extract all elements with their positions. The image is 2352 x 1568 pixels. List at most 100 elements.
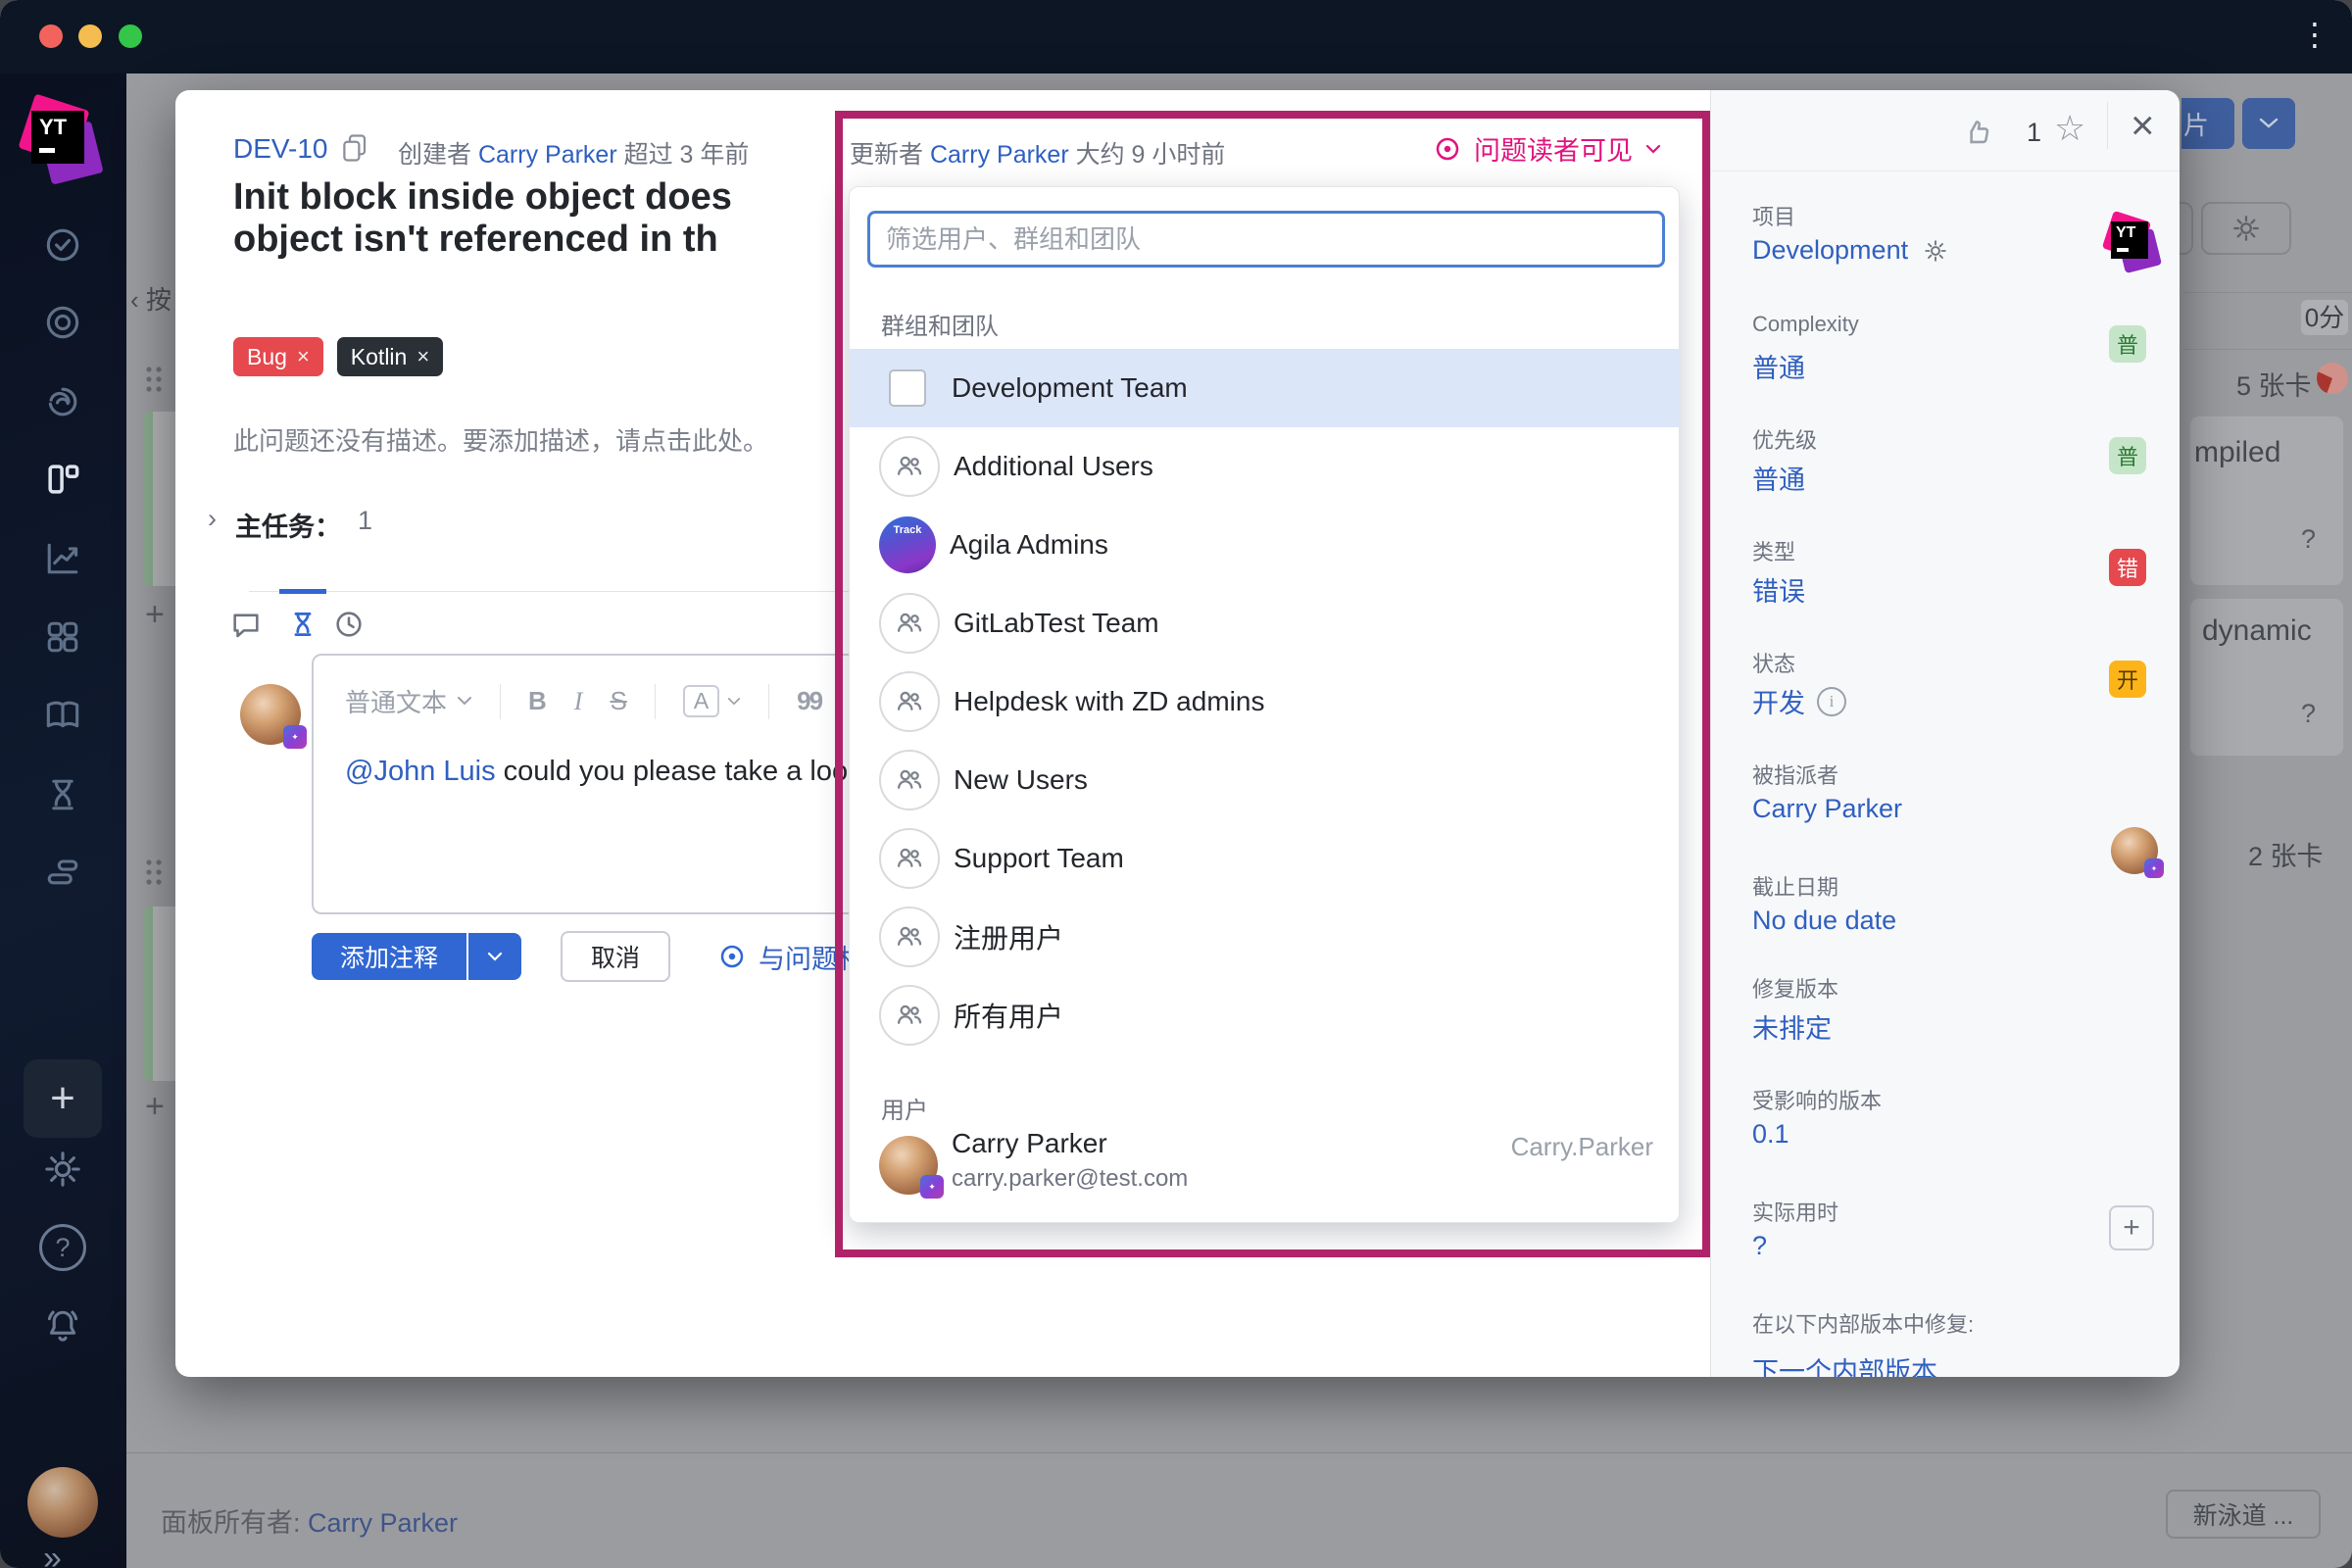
issue-title[interactable]: Init block inside object does object isn… (233, 176, 839, 261)
add-comment-button[interactable]: 添加注释 (312, 933, 466, 980)
comment-author-avatar: ✦ (240, 684, 307, 749)
board-card[interactable]: dynamic ? (2189, 598, 2344, 757)
field-label-project: 项目 (1752, 205, 1796, 229)
points-badge: 0分 (2301, 300, 2348, 335)
sidebar-item-reports[interactable] (33, 372, 92, 431)
sidebar-item-issues[interactable] (33, 216, 92, 274)
mention-link[interactable]: @John Luis (345, 756, 496, 787)
field-value-spent-time[interactable]: ? (1752, 1231, 1767, 1261)
copy-icon[interactable] (340, 131, 369, 165)
like-button[interactable] (1961, 116, 1994, 149)
user-avatar[interactable] (27, 1467, 98, 1538)
add-work-button[interactable]: + (2109, 1205, 2154, 1250)
remove-tag-icon[interactable]: × (416, 344, 429, 369)
parent-task-expander-icon[interactable]: › (208, 504, 217, 534)
visibility-control[interactable]: 问题读者可见 (1433, 129, 1662, 168)
updated-author-link[interactable]: Carry Parker (930, 141, 1069, 169)
created-author-link[interactable]: Carry Parker (478, 141, 617, 169)
sidebar-item-helpdesk[interactable] (33, 293, 92, 352)
text-color-dropdown[interactable]: A (682, 685, 741, 717)
field-value-state[interactable]: 开发 i (1752, 682, 1846, 720)
group-option[interactable]: Track Agila Admins (850, 506, 1679, 584)
youtrack-logo[interactable]: YT (18, 93, 106, 185)
cancel-button[interactable]: 取消 (561, 931, 670, 982)
traffic-light-close[interactable] (39, 24, 63, 48)
star-button[interactable]: ☆ (2054, 108, 2085, 149)
bold-button[interactable]: B (528, 686, 547, 716)
board-blue-dropdown-button[interactable] (2242, 98, 2295, 149)
tag-kotlin[interactable]: Kotlin × (336, 337, 444, 376)
tab-activity[interactable] (286, 608, 319, 646)
traffic-light-zoom[interactable] (119, 24, 142, 48)
card-estimate[interactable]: ? (2301, 699, 2316, 729)
info-icon[interactable]: i (1817, 686, 1846, 716)
tab-history[interactable] (332, 608, 366, 646)
settings-button[interactable] (33, 1140, 92, 1199)
add-card-button-fragment[interactable]: + (145, 596, 165, 634)
chevron-down-icon (1645, 144, 1661, 154)
create-button[interactable]: + (24, 1059, 102, 1138)
board-owner-link[interactable]: Carry Parker (308, 1508, 458, 1538)
field-value-assignee[interactable]: Carry Parker (1752, 794, 1902, 824)
paragraph-style-dropdown[interactable]: 普通文本 (345, 683, 472, 719)
sidebar-item-timesheets[interactable] (33, 765, 92, 824)
gear-icon[interactable] (1922, 237, 1949, 265)
collapse-icon[interactable]: ‹ (130, 285, 139, 315)
new-swimlane-button[interactable]: 新泳道 ... (2166, 1490, 2321, 1539)
quote-button[interactable]: 99 (797, 686, 823, 716)
sidebar-item-gantt[interactable] (33, 843, 92, 902)
group-icon (879, 671, 940, 732)
sidebar-item-knowledge-base[interactable] (33, 686, 92, 745)
group-option[interactable]: Additional Users (850, 427, 1679, 506)
window-more-icon[interactable]: ⋮ (2299, 16, 2330, 53)
card-estimate[interactable]: ? (2301, 524, 2316, 555)
traffic-light-minimize[interactable] (78, 24, 102, 48)
group-option[interactable]: Helpdesk with ZD admins (850, 662, 1679, 741)
field-value-affected-versions[interactable]: 0.1 (1752, 1119, 1789, 1150)
app-badge-icon: ✦ (920, 1175, 944, 1199)
board-card-fragment[interactable] (143, 906, 175, 1081)
field-value-type[interactable]: 错误 (1752, 570, 1805, 609)
close-button[interactable]: × (2131, 102, 2155, 149)
italic-button[interactable]: I (574, 687, 583, 716)
checkbox[interactable] (889, 369, 926, 407)
group-option[interactable]: 注册用户 (850, 898, 1679, 976)
project-avatar[interactable]: YT (2101, 210, 2163, 274)
issue-id-link[interactable]: DEV-10 (233, 133, 328, 165)
add-comment-dropdown-button[interactable] (468, 933, 521, 980)
drag-handle-icon[interactable] (143, 365, 169, 394)
field-value-due-date[interactable]: No due date (1752, 906, 1896, 936)
user-option-carry-parker[interactable]: ✦ Carry Parker carry.parker@test.com Car… (850, 1126, 1679, 1212)
divider (2183, 292, 2352, 293)
field-value-project[interactable]: Development (1752, 235, 1949, 266)
board-card-fragment[interactable] (143, 412, 175, 586)
description-placeholder[interactable]: 此问题还没有描述。要添加描述，请点击此处。 (233, 421, 768, 458)
notifications-button[interactable] (33, 1297, 92, 1355)
field-value-complexity[interactable]: 普通 (1752, 347, 1805, 385)
add-card-button-fragment[interactable]: + (145, 1088, 165, 1126)
board-settings-button[interactable] (2201, 202, 2291, 255)
field-value-priority[interactable]: 普通 (1752, 459, 1805, 497)
board-blue-button-fragment[interactable]: 片 (2181, 98, 2234, 149)
chevron-down-icon (487, 952, 503, 961)
parent-task-value[interactable]: 1 (358, 506, 372, 536)
group-option[interactable]: GitLabTest Team (850, 584, 1679, 662)
sidebar-item-dashboards-analytics[interactable] (33, 529, 92, 588)
tag-bug[interactable]: Bug × (233, 337, 323, 376)
sidebar-item-agile-board[interactable] (33, 450, 92, 509)
sidebar-item-apps[interactable] (33, 608, 92, 666)
group-option[interactable]: 所有用户 (850, 976, 1679, 1054)
help-button[interactable]: ? (33, 1218, 92, 1277)
group-option[interactable]: Support Team (850, 819, 1679, 898)
expand-sidebar-button[interactable]: » (43, 1540, 62, 1568)
drag-handle-icon[interactable] (143, 858, 169, 887)
field-value-fix-versions[interactable]: 未排定 (1752, 1007, 1832, 1046)
group-option[interactable]: New Users (850, 741, 1679, 819)
dropdown-search-input[interactable] (867, 211, 1665, 268)
tab-comments[interactable] (229, 608, 263, 646)
board-card[interactable]: mpiled ? (2189, 416, 2344, 586)
remove-tag-icon[interactable]: × (297, 344, 310, 369)
field-value-fixed-in-build[interactable]: 下一个内部版本 (1752, 1350, 1937, 1377)
group-option-development-team[interactable]: Development Team (850, 349, 1679, 427)
strikethrough-button[interactable]: S (610, 686, 626, 716)
